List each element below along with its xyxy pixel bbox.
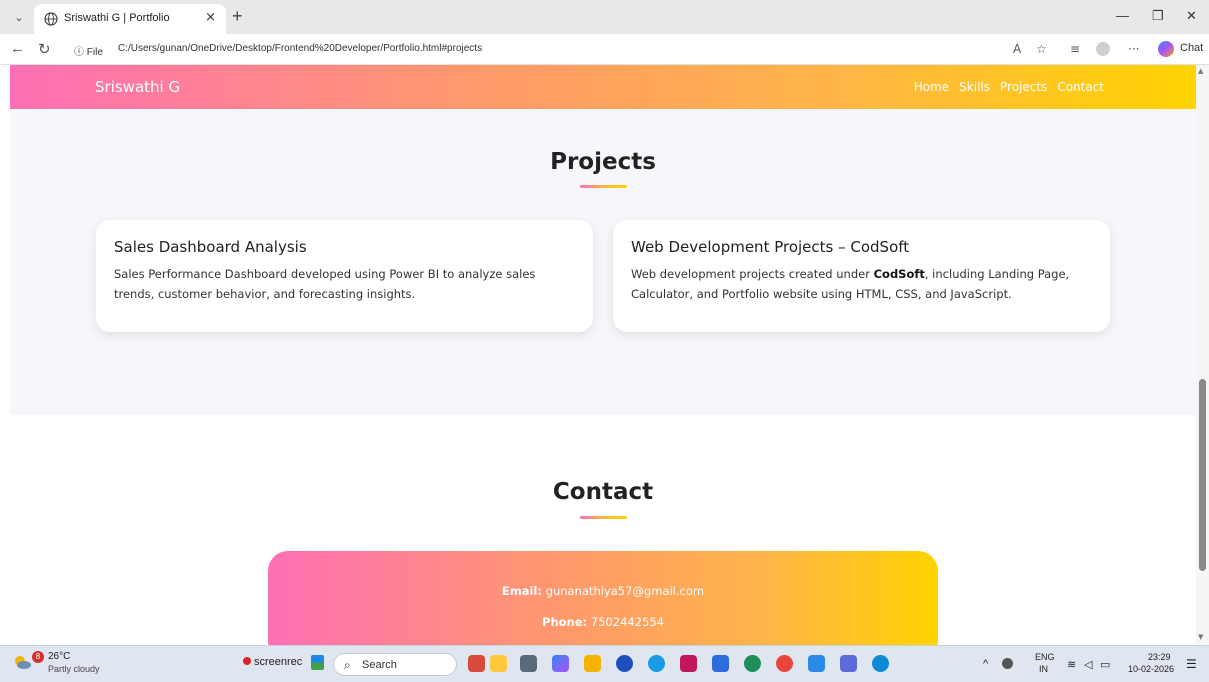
copilot-app-icon[interactable] bbox=[552, 655, 569, 672]
browser-address-bar: ← ↻ ⓘ File C:/Users/gunan/OneDrive/Deskt… bbox=[0, 34, 1209, 65]
weather-alert-badge: 8 bbox=[32, 651, 44, 663]
search-placeholder: Search bbox=[362, 659, 397, 671]
language-code[interactable]: ENG bbox=[1035, 652, 1055, 662]
url-text: C:/Users/gunan/OneDrive/Desktop/Frontend… bbox=[118, 43, 483, 54]
tab-title: Sriswathi G | Portfolio bbox=[64, 12, 170, 24]
edge-icon[interactable] bbox=[872, 655, 889, 672]
vscode-icon[interactable] bbox=[808, 655, 825, 672]
mcafee-icon[interactable] bbox=[680, 655, 697, 672]
site-navbar: Sriswathi G Home Skills Projects Contact bbox=[10, 65, 1196, 109]
battery-icon[interactable]: ▭ bbox=[1100, 658, 1110, 671]
phone-value[interactable]: 7502442554 bbox=[591, 615, 664, 629]
scroll-down-icon[interactable]: ▼ bbox=[1198, 633, 1203, 641]
weather-temperature[interactable]: 26°C bbox=[48, 651, 70, 662]
phone-label: Phone: bbox=[542, 615, 588, 629]
back-arrow-icon[interactable]: ← bbox=[10, 40, 25, 57]
read-aloud-icon[interactable]: A bbox=[1013, 42, 1021, 56]
screenrec-app[interactable]: screenrec bbox=[243, 656, 302, 668]
region-code[interactable]: IN bbox=[1039, 664, 1048, 674]
close-window-icon[interactable]: ✕ bbox=[1186, 8, 1197, 24]
browser-tab-portfolio[interactable]: Sriswathi G | Portfolio × bbox=[34, 4, 226, 34]
refresh-icon[interactable]: ↻ bbox=[38, 40, 51, 58]
minimize-icon[interactable]: — bbox=[1116, 8, 1129, 23]
restore-icon[interactable]: ❐ bbox=[1152, 8, 1164, 24]
search-icon: ⌕ bbox=[344, 658, 351, 672]
file-explorer-icon[interactable] bbox=[584, 655, 601, 672]
microsoft-store-icon[interactable] bbox=[712, 655, 729, 672]
page-viewport: Sriswathi G Home Skills Projects Contact… bbox=[0, 65, 1209, 645]
taskbar-search[interactable]: ⌕ Search bbox=[333, 653, 457, 676]
project-description: Web development projects created under C… bbox=[631, 264, 1094, 304]
site-brand[interactable]: Sriswathi G bbox=[95, 78, 180, 96]
profile-avatar-icon[interactable] bbox=[1096, 42, 1110, 56]
edge-dev-icon[interactable] bbox=[744, 655, 761, 672]
favorite-star-icon[interactable]: ☆ bbox=[1036, 42, 1047, 56]
project-description-part: Web development projects created under bbox=[631, 267, 874, 281]
site-info-icon[interactable]: ⓘ File bbox=[74, 43, 103, 58]
close-tab-icon[interactable]: × bbox=[205, 10, 216, 25]
project-title: Sales Dashboard Analysis bbox=[114, 238, 307, 256]
url-field[interactable]: ⓘ File C:/Users/gunan/OneDrive/Desktop/F… bbox=[66, 38, 1066, 61]
wifi-icon[interactable]: ≋ bbox=[1067, 658, 1076, 671]
nav-link-skills[interactable]: Skills bbox=[959, 80, 990, 94]
record-dot-icon bbox=[243, 657, 251, 665]
contact-section: Contact Email: gunanathiya57@gmail.com P… bbox=[10, 415, 1196, 645]
page-scrollbar[interactable]: ▲ ▼ bbox=[1196, 65, 1209, 645]
browser-tab-bar: ⌄ Sriswathi G | Portfolio × + — ❐ ✕ bbox=[0, 0, 1209, 34]
widgets-promo-icon-2[interactable] bbox=[490, 655, 507, 672]
hp-support-icon[interactable] bbox=[648, 655, 665, 672]
copilot-chat-button[interactable]: Chat bbox=[1158, 39, 1204, 59]
contact-card: Email: gunanathiya57@gmail.com Phone: 75… bbox=[268, 551, 938, 645]
volume-icon[interactable]: ◁ bbox=[1084, 658, 1092, 671]
show-hidden-icons-icon[interactable]: ^ bbox=[983, 658, 988, 670]
project-description-bold: CodSoft bbox=[873, 267, 925, 281]
nav-link-home[interactable]: Home bbox=[914, 80, 949, 94]
project-card-sales-dashboard: Sales Dashboard Analysis Sales Performan… bbox=[96, 220, 593, 332]
notifications-icon[interactable]: ☰ bbox=[1186, 657, 1197, 671]
contact-phone-line: Phone: 7502442554 bbox=[268, 615, 938, 629]
project-description: Sales Performance Dashboard developed us… bbox=[114, 267, 536, 301]
hp-app-icon[interactable] bbox=[616, 655, 633, 672]
chat-label: Chat bbox=[1180, 42, 1204, 54]
scrollbar-thumb[interactable] bbox=[1199, 379, 1206, 571]
globe-icon bbox=[44, 12, 58, 26]
nav-link-projects[interactable]: Projects bbox=[1000, 80, 1047, 94]
project-card-web-development: Web Development Projects – CodSoft Web d… bbox=[613, 220, 1110, 332]
widgets-promo-icon[interactable] bbox=[468, 655, 485, 672]
clock-date[interactable]: 10-02-2026 bbox=[1128, 664, 1174, 674]
projects-heading-underline bbox=[580, 185, 627, 188]
favorites-list-icon[interactable]: ≡ bbox=[1070, 42, 1080, 56]
contact-heading-underline bbox=[580, 516, 627, 519]
email-value[interactable]: gunanathiya57@gmail.com bbox=[546, 584, 704, 598]
app-icon[interactable] bbox=[840, 655, 857, 672]
copilot-icon bbox=[1158, 41, 1174, 57]
weather-condition[interactable]: Partly cloudy bbox=[48, 664, 100, 674]
project-title: Web Development Projects – CodSoft bbox=[631, 238, 910, 256]
email-label: Email: bbox=[501, 584, 543, 598]
windows-taskbar: 8 26°C Partly cloudy screenrec ⌕ Search … bbox=[0, 645, 1209, 682]
more-options-icon[interactable]: ··· bbox=[1128, 42, 1139, 56]
new-tab-button[interactable]: + bbox=[232, 6, 243, 27]
chrome-icon[interactable] bbox=[776, 655, 793, 672]
partly-cloudy-icon[interactable] bbox=[12, 654, 32, 670]
screenrec-bars-icon[interactable] bbox=[311, 655, 324, 670]
projects-section: Projects Sales Dashboard Analysis Sales … bbox=[10, 109, 1196, 415]
clock-time[interactable]: 23:29 bbox=[1148, 652, 1171, 662]
contact-heading: Contact bbox=[552, 479, 654, 505]
tab-actions-chevron-icon[interactable]: ⌄ bbox=[9, 9, 29, 27]
screenrec-label: screenrec bbox=[254, 656, 303, 668]
contact-email-line: Email: gunanathiya57@gmail.com bbox=[268, 584, 938, 598]
projects-heading: Projects bbox=[550, 149, 656, 175]
onedrive-icon[interactable] bbox=[1002, 658, 1013, 669]
task-view-icon[interactable] bbox=[520, 655, 537, 672]
nav-link-contact[interactable]: Contact bbox=[1057, 80, 1104, 94]
site-nav-links: Home Skills Projects Contact bbox=[914, 80, 1104, 94]
scroll-up-icon[interactable]: ▲ bbox=[1198, 67, 1203, 75]
